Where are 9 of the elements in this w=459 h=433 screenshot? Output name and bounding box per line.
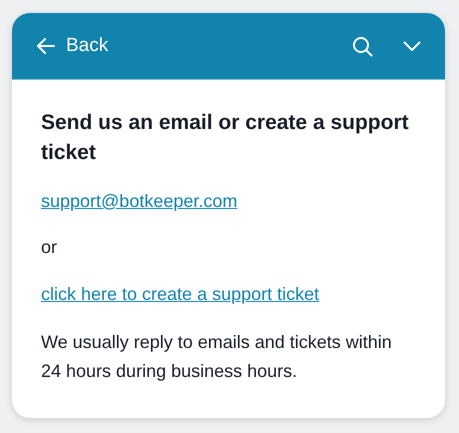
back-button[interactable]: Back xyxy=(36,32,108,60)
panel-title: Send us an email or create a support ticket xyxy=(41,110,410,166)
reply-note: We usually reply to emails and tickets within 24 hours during business hours. xyxy=(41,331,393,383)
back-arrow-icon xyxy=(36,37,56,55)
chevron-down-icon[interactable] xyxy=(403,40,421,52)
or-text: or xyxy=(41,236,58,259)
ticket-link[interactable]: click here to create a support ticket xyxy=(41,281,320,308)
search-icon[interactable] xyxy=(352,36,373,56)
email-link[interactable]: support@botkeeper.com xyxy=(41,188,238,215)
